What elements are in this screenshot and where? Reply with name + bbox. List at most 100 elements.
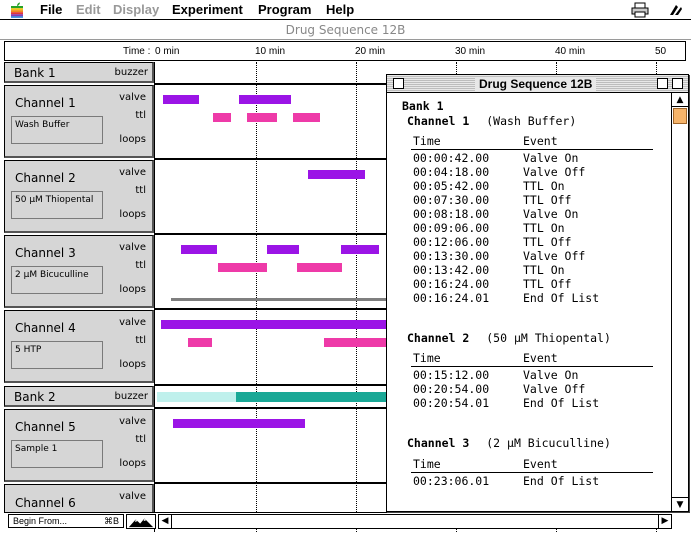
timeline-header: Time : 0 min 10 min 20 min 30 min 40 min…: [4, 41, 686, 61]
scroll-right-arrow-icon[interactable]: ▶: [658, 515, 671, 528]
event-time: 00:08:18.00: [413, 207, 490, 221]
list-channel-name: Channel 1: [407, 114, 470, 128]
buzzer-label: buzzer: [114, 67, 148, 78]
event-time: 00:04:18.00: [413, 165, 490, 179]
event-name: End Of List: [523, 291, 600, 305]
list-channel-name: Channel 3: [407, 436, 470, 450]
menu-display[interactable]: Display: [113, 2, 159, 17]
list-channel-name: Channel 2: [407, 331, 470, 345]
channel-label-field[interactable]: 5 HTP: [11, 341, 103, 369]
ttl-tag: ttl: [135, 335, 146, 346]
list-vertical-scrollbar[interactable]: ▲ ▼: [671, 93, 688, 511]
grid-line: [256, 62, 257, 532]
status-bar: Begin From... ⌘B ◀ ▶: [4, 512, 686, 529]
ttl-bar[interactable]: [297, 263, 342, 272]
menu-program[interactable]: Program: [258, 2, 311, 17]
ttl-tag: ttl: [135, 260, 146, 271]
event-name: End Of List: [523, 474, 600, 488]
list-window-titlebar[interactable]: Drug Sequence 12B: [387, 75, 688, 93]
menu-edit[interactable]: Edit: [76, 2, 101, 17]
bank-row[interactable]: Bank 2 buzzer: [4, 386, 154, 407]
horizontal-scrollbar[interactable]: ◀ ▶: [158, 514, 672, 529]
scroll-up-arrow-icon[interactable]: ▲: [672, 93, 688, 107]
scroll-thumb[interactable]: [673, 108, 687, 124]
ttl-bar[interactable]: [247, 113, 277, 122]
channel-row[interactable]: Channel 2 50 µM Thiopental valve ttl loo…: [4, 160, 154, 233]
scroll-left-arrow-icon[interactable]: ◀: [159, 515, 172, 528]
channel-label-field[interactable]: 2 µM Bicuculline: [11, 266, 103, 294]
col-event-header: Event: [523, 134, 558, 148]
bank-row[interactable]: Bank 1 buzzer: [4, 62, 154, 83]
channel-label-field[interactable]: Wash Buffer: [11, 116, 103, 144]
printer-icon[interactable]: [631, 2, 649, 18]
event-time: 00:23:06.01: [413, 474, 490, 488]
collapse-box-icon[interactable]: [672, 78, 683, 89]
channel-label-column: Bank 1 buzzer Channel 1 Wash Buffer valv…: [4, 62, 154, 532]
list-column-header: Time Event: [411, 457, 653, 473]
event-time: 00:12:06.00: [413, 235, 490, 249]
application-icon[interactable]: [668, 3, 684, 17]
loop-bar[interactable]: [171, 298, 387, 301]
valve-bar[interactable]: [163, 95, 199, 104]
begin-from-button[interactable]: Begin From... ⌘B: [8, 514, 124, 528]
tick-label: 30 min: [455, 46, 486, 57]
valve-tag: valve: [119, 317, 146, 328]
event-time: 00:16:24.00: [413, 277, 490, 291]
menu-file[interactable]: File: [40, 2, 62, 17]
ttl-bar[interactable]: [188, 338, 212, 347]
mountain-zoom-icon[interactable]: [126, 514, 156, 529]
channel-row[interactable]: Channel 1 Wash Buffer valve ttl loops: [4, 85, 154, 158]
menu-experiment[interactable]: Experiment: [172, 2, 243, 17]
channel-row[interactable]: Channel 6 valve: [4, 484, 154, 514]
event-name: TTL On: [523, 263, 565, 277]
valve-tag: valve: [119, 491, 146, 502]
begin-from-shortcut: ⌘B: [103, 516, 119, 526]
menu-help[interactable]: Help: [326, 2, 354, 17]
channel-label-field[interactable]: 50 µM Thiopental: [11, 191, 103, 219]
event-time: 00:07:30.00: [413, 193, 490, 207]
valve-bar[interactable]: [161, 320, 387, 329]
bank-name: Bank 2: [14, 390, 56, 404]
tick-label: 40 min: [555, 46, 586, 57]
list-channel-heading: Channel 3 (2 µM Bicuculline): [407, 436, 611, 450]
channel-row[interactable]: Channel 4 5 HTP valve ttl loops: [4, 310, 154, 383]
list-column-header: Time Event: [411, 351, 653, 367]
valve-bar[interactable]: [173, 419, 305, 428]
event-name: Valve On: [523, 151, 579, 165]
event-list-window: Drug Sequence 12B Bank 1 Channel 1 (Wash…: [386, 74, 689, 512]
valve-bar[interactable]: [239, 95, 291, 104]
apple-icon[interactable]: [10, 2, 24, 18]
event-name: End Of List: [523, 396, 600, 410]
valve-tag: valve: [119, 242, 146, 253]
event-name: Valve On: [523, 207, 579, 221]
zoom-box-icon[interactable]: [657, 78, 668, 89]
loops-tag: loops: [119, 209, 146, 220]
close-box-icon[interactable]: [393, 78, 404, 89]
channel-label-field[interactable]: Sample 1: [11, 440, 103, 468]
event-name: TTL On: [523, 179, 565, 193]
ttl-bar[interactable]: [218, 263, 267, 272]
scroll-down-arrow-icon[interactable]: ▼: [672, 497, 688, 511]
event-time: 00:00:42.00: [413, 151, 490, 165]
ttl-bar[interactable]: [293, 113, 320, 122]
main-titlebar[interactable]: Drug Sequence 12B: [0, 20, 691, 40]
valve-bar[interactable]: [308, 170, 365, 179]
ttl-bar[interactable]: [213, 113, 231, 122]
col-time-header: Time: [413, 457, 441, 471]
list-bank-heading: Bank 1: [402, 99, 444, 113]
ttl-tag: ttl: [135, 110, 146, 121]
ttl-bar[interactable]: [324, 338, 387, 347]
valve-bar[interactable]: [267, 245, 299, 254]
buzzer-bar[interactable]: [236, 392, 387, 402]
valve-bar[interactable]: [181, 245, 217, 254]
valve-bar[interactable]: [341, 245, 379, 254]
col-time-header: Time: [413, 351, 441, 365]
channel-row[interactable]: Channel 5 Sample 1 valve ttl loops: [4, 409, 154, 482]
event-name: Valve Off: [523, 382, 586, 396]
event-time: 00:20:54.01: [413, 396, 490, 410]
event-time: 00:16:24.01: [413, 291, 490, 305]
time-prefix-label: Time :: [123, 46, 151, 57]
buzzer-bar[interactable]: [157, 392, 236, 402]
channel-row[interactable]: Channel 3 2 µM Bicuculline valve ttl loo…: [4, 235, 154, 308]
tick-label: 0 min: [155, 46, 180, 57]
